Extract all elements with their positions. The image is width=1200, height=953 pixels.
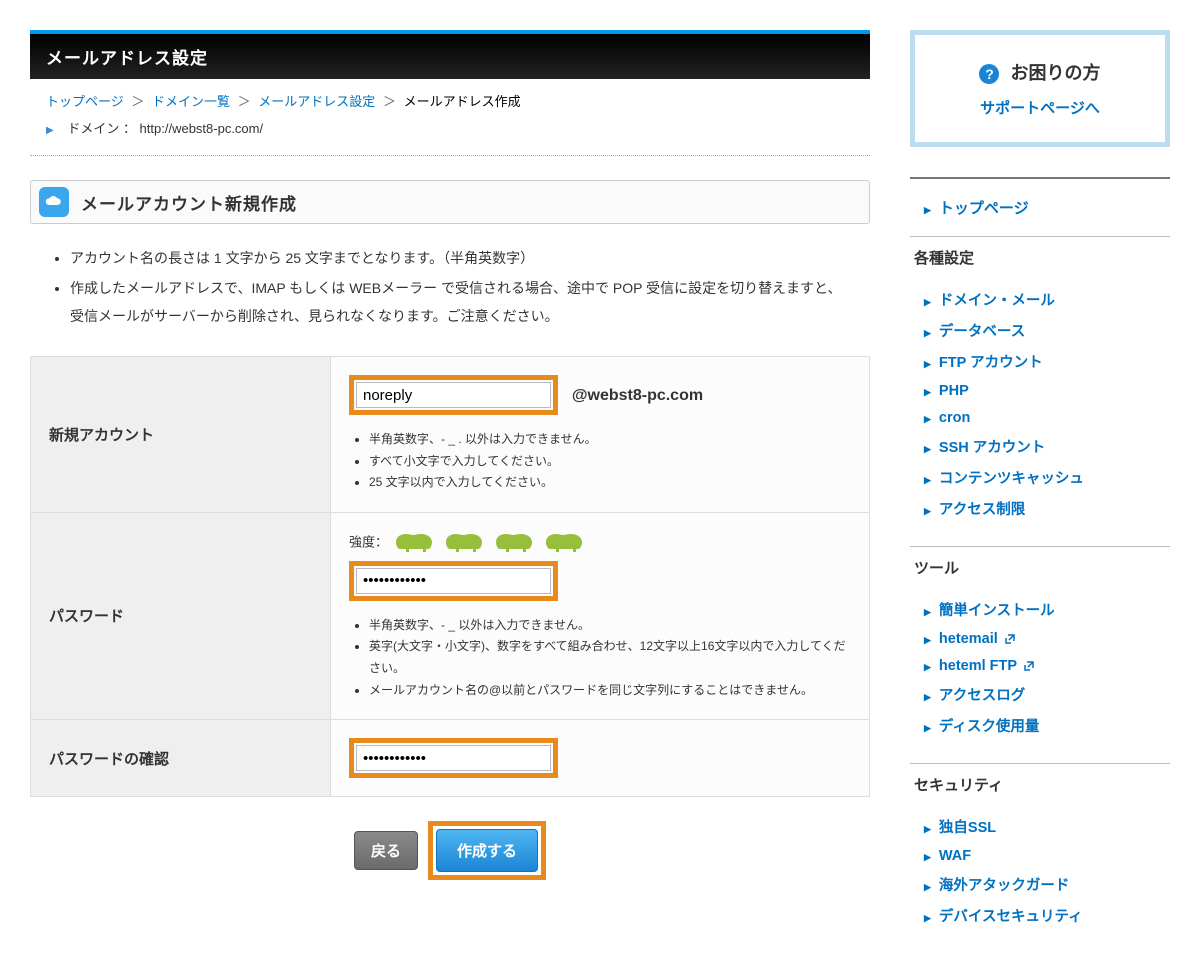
sidebar-link[interactable]: SSH アカウント bbox=[924, 440, 1045, 456]
sidebar-heading: ツール bbox=[910, 546, 1170, 594]
sidebar-top-link[interactable]: トップページ bbox=[924, 200, 1029, 217]
note-item: メールアカウント名の@以前とパスワードを同じ文字列にすることはできません。 bbox=[369, 680, 851, 702]
note-item: 英字(大文字・小文字)、数字をすべて組み合わせ、12文字以上16文字以内で入力し… bbox=[369, 636, 851, 679]
info-note: 作成したメールアドレスで、IMAP もしくは WEBメーラー で受信される場合、… bbox=[70, 274, 850, 330]
hippo-icon bbox=[496, 531, 532, 555]
help-box: ? お困りの方 サポートページへ bbox=[910, 30, 1170, 147]
sidebar-item: PHP bbox=[924, 377, 1170, 404]
password-label: パスワード bbox=[31, 512, 331, 719]
breadcrumb-separator: ＞ bbox=[383, 94, 396, 109]
page-title: メールアドレス設定 bbox=[30, 30, 870, 79]
sidebar-item: ドメイン・メール bbox=[924, 284, 1170, 315]
breadcrumb: トップページ ＞ ドメイン一覧 ＞ メールアドレス設定 ＞ メールアドレス作成 bbox=[30, 79, 870, 116]
password-strength: 強度： bbox=[349, 531, 851, 555]
account-label: 新規アカウント bbox=[31, 357, 331, 513]
sidebar-link[interactable]: 海外アタックガード bbox=[924, 878, 1069, 894]
sidebar-link[interactable]: データベース bbox=[924, 324, 1025, 340]
sidebar-link[interactable]: cron bbox=[924, 410, 970, 426]
hippo-icon bbox=[546, 531, 582, 555]
sidebar-item: hetemail bbox=[924, 625, 1170, 652]
sidebar-item: アクセス制限 bbox=[924, 493, 1170, 524]
sidebar-heading: セキュリティ bbox=[910, 763, 1170, 811]
sidebar-heading: 各種設定 bbox=[910, 236, 1170, 284]
sidebar-item: ディスク使用量 bbox=[924, 710, 1170, 741]
sidebar-item: FTP アカウント bbox=[924, 346, 1170, 377]
sidebar-link[interactable]: ドメイン・メール bbox=[924, 293, 1055, 309]
account-notes: 半角英数字、- _ . 以外は入力できません。 すべて小文字で入力してください。… bbox=[349, 429, 851, 494]
info-notes: アカウント名の長さは 1 文字から 25 文字までとなります。（半角英数字） 作… bbox=[30, 244, 870, 356]
strength-label: 強度： bbox=[349, 534, 388, 549]
password-notes: 半角英数字、- _ 以外は入力できません。 英字(大文字・小文字)、数字をすべて… bbox=[349, 615, 851, 701]
password-input[interactable] bbox=[356, 568, 551, 594]
sidebar-link[interactable]: 簡単インストール bbox=[924, 603, 1055, 619]
hippo-icon bbox=[396, 531, 432, 555]
sidebar-link[interactable]: hetemail bbox=[924, 631, 1016, 647]
sidebar-item: アクセスログ bbox=[924, 679, 1170, 710]
sidebar-link[interactable]: WAF bbox=[924, 848, 971, 864]
note-item: 半角英数字、- _ 以外は入力できません。 bbox=[369, 615, 851, 637]
help-icon: ? bbox=[979, 64, 999, 84]
info-note: アカウント名の長さは 1 文字から 25 文字までとなります。（半角英数字） bbox=[70, 244, 850, 272]
sidebar-item: データベース bbox=[924, 315, 1170, 346]
sidebar-item: コンテンツキャッシュ bbox=[924, 462, 1170, 493]
help-title-text: お困りの方 bbox=[1011, 63, 1101, 83]
breadcrumb-current: メールアドレス作成 bbox=[404, 94, 521, 109]
mail-cloud-icon bbox=[39, 187, 69, 217]
note-item: 25 文字以内で入力してください。 bbox=[369, 472, 851, 494]
breadcrumb-domains[interactable]: ドメイン一覧 bbox=[152, 94, 230, 109]
arrow-icon: ▶ bbox=[46, 125, 54, 136]
note-item: 半角英数字、- _ . 以外は入力できません。 bbox=[369, 429, 851, 451]
form-table: 新規アカウント @webst8-pc.com 半角英数字、- _ . 以外は入力… bbox=[30, 356, 870, 797]
hippo-icon bbox=[446, 531, 482, 555]
breadcrumb-separator: ＞ bbox=[131, 94, 144, 109]
sidebar-item: heteml FTP bbox=[924, 652, 1170, 679]
sidebar-item: 海外アタックガード bbox=[924, 869, 1170, 900]
account-input[interactable] bbox=[356, 382, 551, 408]
domain-label: ドメイン ： http://webst8-pc.com/ bbox=[67, 121, 263, 136]
button-row: 戻る 作成する bbox=[30, 797, 870, 890]
help-title: ? お困りの方 bbox=[925, 59, 1155, 85]
sidebar-link[interactable]: アクセス制限 bbox=[924, 502, 1025, 518]
password-confirm-label: パスワードの確認 bbox=[31, 720, 331, 797]
password-confirm-highlight bbox=[349, 738, 558, 778]
section-header: メールアカウント新規作成 bbox=[30, 180, 870, 224]
account-highlight bbox=[349, 375, 558, 415]
external-link-icon bbox=[1004, 633, 1016, 645]
password-confirm-input[interactable] bbox=[356, 745, 551, 771]
sidebar-link[interactable]: PHP bbox=[924, 383, 969, 399]
note-item: すべて小文字で入力してください。 bbox=[369, 451, 851, 473]
sidebar-list: 簡単インストール hetemail heteml FTP アクセスログディスク使用量 bbox=[910, 594, 1170, 763]
section-title: メールアカウント新規作成 bbox=[81, 190, 297, 215]
help-link[interactable]: サポートページへ bbox=[980, 100, 1100, 117]
strength-indicator bbox=[396, 531, 582, 555]
sidebar-item: 独自SSL bbox=[924, 811, 1170, 842]
sidebar-link[interactable]: heteml FTP bbox=[924, 658, 1035, 674]
breadcrumb-mail[interactable]: メールアドレス設定 bbox=[258, 94, 375, 109]
domain-line: ▶ ドメイン ： http://webst8-pc.com/ bbox=[30, 116, 870, 155]
submit-button[interactable]: 作成する bbox=[436, 829, 538, 872]
sidebar-item: cron bbox=[924, 404, 1170, 431]
sidebar-link[interactable]: FTP アカウント bbox=[924, 355, 1043, 371]
breadcrumb-separator: ＞ bbox=[238, 94, 251, 109]
account-domain-suffix: @webst8-pc.com bbox=[572, 387, 703, 404]
back-button[interactable]: 戻る bbox=[354, 831, 418, 870]
sidebar-list: ドメイン・メールデータベース FTP アカウント PHP cron SSH アカウントコ… bbox=[910, 284, 1170, 546]
sidebar-link[interactable]: コンテンツキャッシュ bbox=[924, 471, 1084, 487]
sidebar-link[interactable]: ディスク使用量 bbox=[924, 719, 1039, 735]
sidebar-item: SSH アカウント bbox=[924, 431, 1170, 462]
sidebar-item: 簡単インストール bbox=[924, 594, 1170, 625]
password-highlight bbox=[349, 561, 558, 601]
breadcrumb-top[interactable]: トップページ bbox=[46, 94, 124, 109]
sidebar-link[interactable]: アクセスログ bbox=[924, 688, 1025, 704]
submit-highlight: 作成する bbox=[428, 821, 546, 880]
external-link-icon bbox=[1023, 660, 1035, 672]
sidebar-item: WAF bbox=[924, 842, 1170, 869]
sidebar-item: デバイスセキュリティ bbox=[924, 900, 1170, 931]
sidebar-list: 独自SSL WAF 海外アタックガードデバイスセキュリティ bbox=[910, 811, 1170, 953]
divider bbox=[30, 155, 870, 156]
side-nav: トップページ 各種設定ドメイン・メールデータベース FTP アカウント PHP cro… bbox=[910, 177, 1170, 953]
sidebar-link[interactable]: デバイスセキュリティ bbox=[924, 909, 1083, 925]
sidebar-link[interactable]: 独自SSL bbox=[924, 820, 996, 836]
